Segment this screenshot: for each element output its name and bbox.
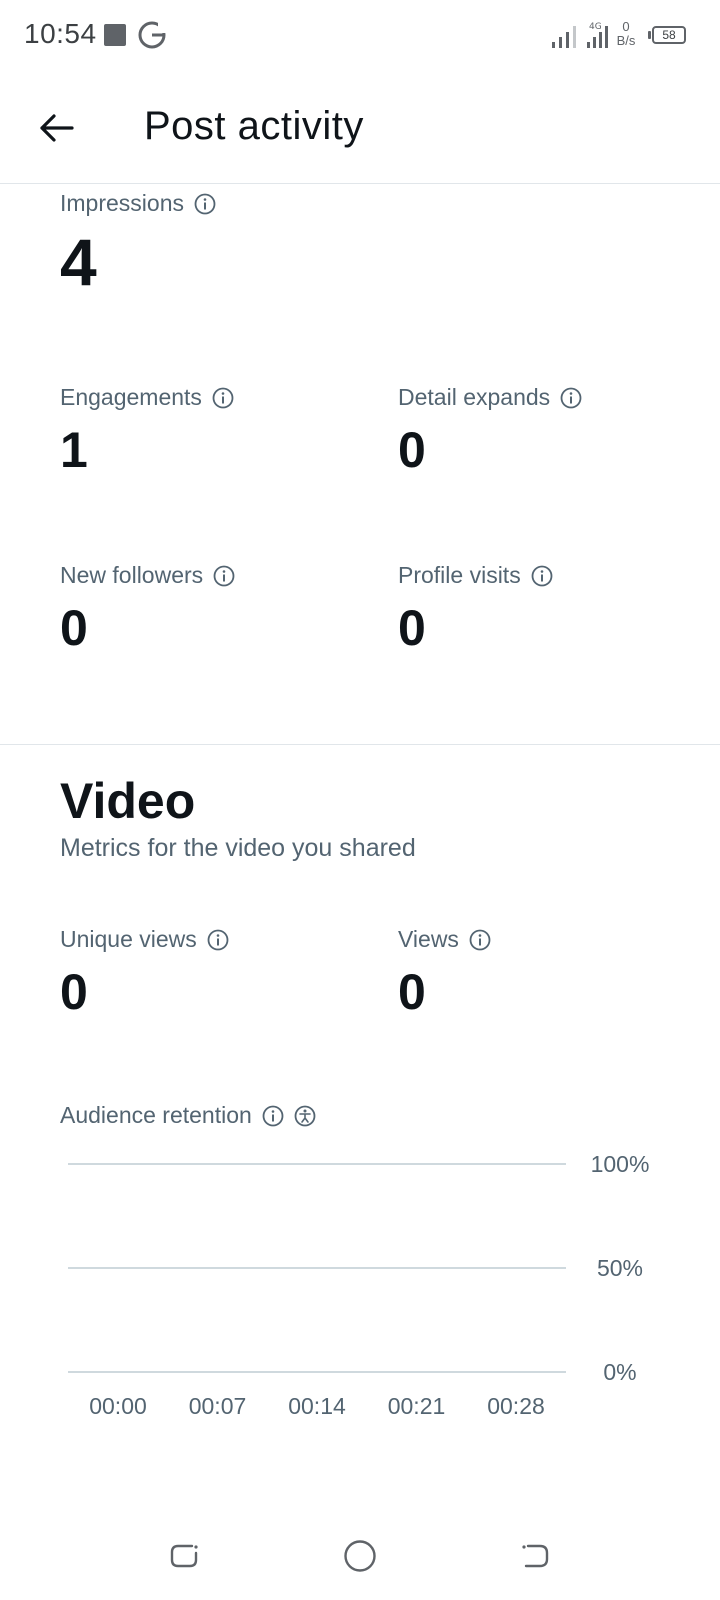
info-icon[interactable]: [213, 565, 235, 587]
metric-label: Impressions: [60, 190, 184, 216]
back-button[interactable]: [34, 106, 78, 150]
x-tick-label: 00:28: [487, 1393, 545, 1419]
net-speed: 0 B/s: [612, 20, 640, 48]
metric-label: Views: [398, 926, 459, 952]
signal-4g-icon: 4G: [587, 22, 608, 48]
battery-level: 58: [662, 28, 676, 42]
section-divider: [0, 744, 720, 745]
retention-label-row: Audience retention: [60, 1102, 316, 1129]
status-time: 10:54: [24, 18, 97, 49]
home-circle-icon: [344, 1540, 376, 1572]
metric-label: New followers: [60, 562, 204, 588]
metric-value: 1: [60, 422, 88, 478]
arrow-left-icon: [40, 114, 74, 142]
metric-engagements: Engagements 1: [60, 384, 234, 475]
net-speed-value: 0: [622, 19, 630, 34]
recents-icon: [170, 1544, 198, 1568]
video-section-title: Video: [60, 773, 196, 829]
info-icon[interactable]: [469, 929, 491, 951]
metric-profile-visits: Profile visits 0: [398, 562, 553, 653]
y-tick-label: 100%: [591, 1151, 650, 1177]
page-title: Post activity: [144, 104, 364, 148]
metric-value: 0: [60, 600, 88, 656]
x-tick-label: 00:07: [189, 1393, 247, 1419]
info-icon[interactable]: [194, 193, 216, 215]
status-bar: 10:54 4G 0 B/s 58: [0, 0, 720, 72]
info-icon[interactable]: [207, 929, 229, 951]
metric-value: 0: [60, 964, 88, 1020]
net-speed-unit: B/s: [616, 33, 636, 48]
google-g-icon: [138, 21, 166, 49]
x-tick-label: 00:21: [388, 1393, 446, 1419]
info-icon[interactable]: [560, 387, 582, 409]
accessibility-icon[interactable]: [294, 1105, 316, 1127]
home-button[interactable]: [338, 1534, 382, 1578]
metric-label: Unique views: [60, 926, 197, 952]
back-nav-button[interactable]: [514, 1534, 558, 1578]
metric-value: 4: [60, 225, 97, 299]
audience-retention-chart: 100% 50% 0% 00:00 00:07 00:14 00:21 00:28: [68, 1151, 650, 1419]
x-tick-label: 00:00: [89, 1393, 147, 1419]
back-gesture-icon: [522, 1544, 549, 1568]
metric-detail-expands: Detail expands 0: [398, 384, 582, 475]
video-section-subtitle: Metrics for the video you shared: [60, 834, 416, 862]
info-icon[interactable]: [531, 565, 553, 587]
metric-unique-views: Unique views 0: [60, 926, 229, 1017]
retention-label: Audience retention: [60, 1102, 252, 1128]
info-icon[interactable]: [212, 387, 234, 409]
system-nav-bar: [0, 1510, 720, 1600]
metric-impressions: Impressions 4: [60, 190, 216, 295]
network-type-text: 4G: [589, 22, 602, 32]
x-tick-label: 00:14: [288, 1393, 346, 1419]
battery-icon: 58: [648, 26, 686, 44]
metric-label: Engagements: [60, 384, 202, 410]
metric-views: Views 0: [398, 926, 491, 1017]
metric-value: 0: [398, 422, 426, 478]
metric-label: Profile visits: [398, 562, 521, 588]
y-tick-label: 50%: [597, 1255, 643, 1281]
metric-label: Detail expands: [398, 384, 551, 410]
metric-value: 0: [398, 964, 426, 1020]
recents-button[interactable]: [162, 1534, 206, 1578]
signal-strength-icon: [552, 26, 576, 48]
y-tick-label: 0%: [603, 1359, 636, 1385]
app-header: Post activity: [0, 72, 720, 184]
metric-value: 0: [398, 600, 426, 656]
metric-new-followers: New followers 0: [60, 562, 235, 653]
notification-square-icon: [104, 24, 126, 46]
info-icon[interactable]: [262, 1105, 284, 1127]
